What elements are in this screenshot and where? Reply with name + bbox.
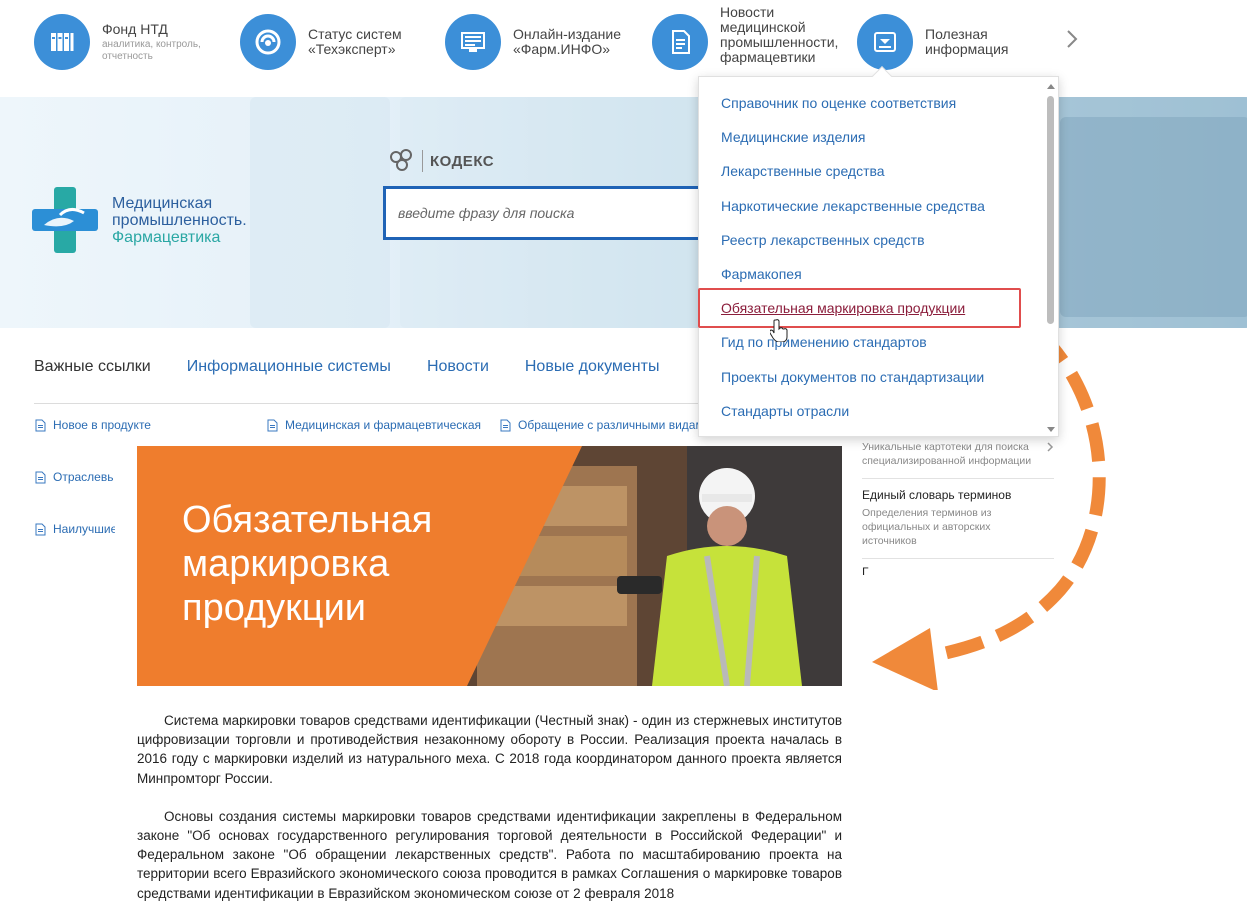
search-box — [383, 186, 713, 240]
document-icon — [652, 14, 708, 70]
dropdown-item-narcotics[interactable]: Наркотические лекарственные средства — [721, 195, 1021, 229]
dropdown-list: Справочник по оценке соответствия Медици… — [721, 92, 1021, 434]
medical-cross-icon — [32, 187, 98, 253]
sidebar-item-glossary[interactable]: Единый словарь терминов Определения терм… — [862, 479, 1054, 559]
site-logo[interactable]: Медицинская промышленность. Фармацевтика — [30, 185, 247, 255]
dropdown-item-medicines[interactable]: Лекарственные средства — [721, 160, 1021, 194]
service-title: Полезная информация — [925, 26, 1009, 57]
link-label: Обращение с различными видами — [518, 418, 698, 432]
tab-new-documents[interactable]: Новые документы — [525, 358, 660, 382]
tab-important-links[interactable]: Важные ссылки — [34, 358, 151, 382]
article-paragraph: Система маркировки товаров средствами ид… — [137, 713, 842, 786]
service-news[interactable]: Новости медицинской промышленности, фарм… — [652, 5, 845, 72]
tabs-divider — [34, 403, 699, 404]
highlight-frame — [698, 288, 1021, 328]
dropdown-scrollbar[interactable] — [1045, 82, 1057, 434]
article-body: Система маркировки товаров средствами ид… — [137, 711, 842, 903]
banner-line3: продукции — [182, 587, 367, 629]
link-label: Медицинская и фармацевтическая — [285, 418, 481, 432]
service-title: Новости медицинской промышленности, фарм… — [720, 4, 839, 65]
link-appeal[interactable]: Обращение с различными видами — [500, 418, 698, 432]
link-label: Наилучшие — [53, 522, 115, 536]
link-label: Отраслевь — [53, 470, 114, 484]
banner-line2: маркировка — [182, 543, 390, 585]
sidebar-item-title: Г — [862, 565, 869, 575]
article-paragraph: Основы создания системы маркировки товар… — [137, 808, 842, 901]
hand-cursor-icon — [770, 319, 788, 342]
service-fond-ntd[interactable]: Фонд НТД аналитика, контроль, отчетность — [34, 12, 212, 72]
sidebar-item-desc: Уникальные картотеки для поиска специали… — [862, 441, 1032, 467]
sidebar-item-desc: Определения терминов из официальных и ав… — [862, 507, 992, 547]
kodeks-logo[interactable]: КОДЕКС — [388, 147, 494, 175]
sidebar-item-cards[interactable]: Уникальные картотеки для поиска специали… — [862, 432, 1054, 479]
search-input[interactable] — [386, 189, 710, 237]
document-icon — [35, 471, 46, 483]
scroll-down-icon[interactable] — [1047, 427, 1055, 432]
document-icon — [35, 523, 46, 535]
banner-title: Обязательная маркировка продукции — [182, 498, 432, 630]
dropdown-item-registry[interactable]: Реестр лекарственных средств — [721, 229, 1021, 263]
service-title: Фонд НТД — [102, 20, 168, 37]
brand-line2: промышленность. — [112, 211, 247, 229]
link-new-in-product[interactable]: Новое в продукте — [35, 418, 175, 432]
scroll-up-icon[interactable] — [1047, 84, 1055, 89]
dropdown-item-standards-guide[interactable]: Гид по применению стандартов — [721, 331, 1021, 365]
document-icon — [267, 419, 278, 431]
service-subtitle: аналитика, контроль, отчетность — [102, 38, 201, 62]
service-status[interactable]: Статус систем «Техэксперт» — [240, 12, 418, 72]
service-useful-info[interactable]: Полезная информация — [857, 12, 1025, 72]
divider — [422, 150, 423, 172]
service-pharm-info[interactable]: Онлайн-издание «Фарм.ИНФО» — [445, 12, 628, 72]
brand-line3: Фармацевтика — [112, 228, 221, 246]
dropdown-item-draft-standards[interactable]: Проекты документов по стандартизации — [721, 366, 1021, 400]
services-bar: Фонд НТД аналитика, контроль, отчетность … — [0, 0, 1247, 97]
kodeks-emblem-icon — [390, 149, 412, 171]
document-icon — [35, 419, 46, 431]
service-title: Онлайн-издание «Фарм.ИНФО» — [513, 26, 622, 57]
dropdown-item-industry-standards[interactable]: Стандарты отрасли — [721, 400, 1021, 434]
link-med-pharma[interactable]: Медицинская и фармацевтическая — [267, 418, 482, 432]
tab-news[interactable]: Новости — [427, 358, 489, 382]
link-best[interactable]: Наилучшие — [35, 522, 115, 536]
chevron-right-icon[interactable] — [1062, 26, 1082, 52]
kodeks-name: КОДЕКС — [430, 152, 495, 170]
link-industry[interactable]: Отраслевь — [35, 470, 115, 484]
monitor-icon — [445, 14, 501, 70]
chevron-right-icon — [1047, 442, 1054, 452]
marking-banner[interactable]: Обязательная маркировка продукции — [137, 446, 842, 686]
tab-info-systems[interactable]: Информационные системы — [187, 358, 391, 382]
dropdown-item-medical-devices[interactable]: Медицинские изделия — [721, 126, 1021, 160]
dropdown-item-conformity[interactable]: Справочник по оценке соответствия — [721, 92, 1021, 126]
section-tabs: Важные ссылки Информационные системы Нов… — [34, 358, 659, 382]
sidebar-item-title: Единый словарь терминов — [862, 488, 1012, 502]
service-title: Статус систем «Техэксперт» — [308, 26, 402, 57]
right-sidebar: Уникальные картотеки для поиска специали… — [862, 432, 1054, 575]
sidebar-item-partial[interactable]: Г — [862, 559, 1054, 575]
hero-header: Медицинская промышленность. Фармацевтика… — [0, 97, 1247, 328]
info-card-icon — [857, 14, 913, 70]
folders-icon — [34, 14, 90, 70]
scrollbar-thumb[interactable] — [1047, 96, 1054, 324]
link-label: Новое в продукте — [53, 418, 151, 432]
useful-info-dropdown: Справочник по оценке соответствия Медици… — [698, 66, 1059, 437]
status-icon — [240, 14, 296, 70]
banner-line1: Обязательная — [182, 499, 433, 541]
document-icon — [500, 419, 511, 431]
brand-line1: Медицинская — [112, 194, 213, 212]
